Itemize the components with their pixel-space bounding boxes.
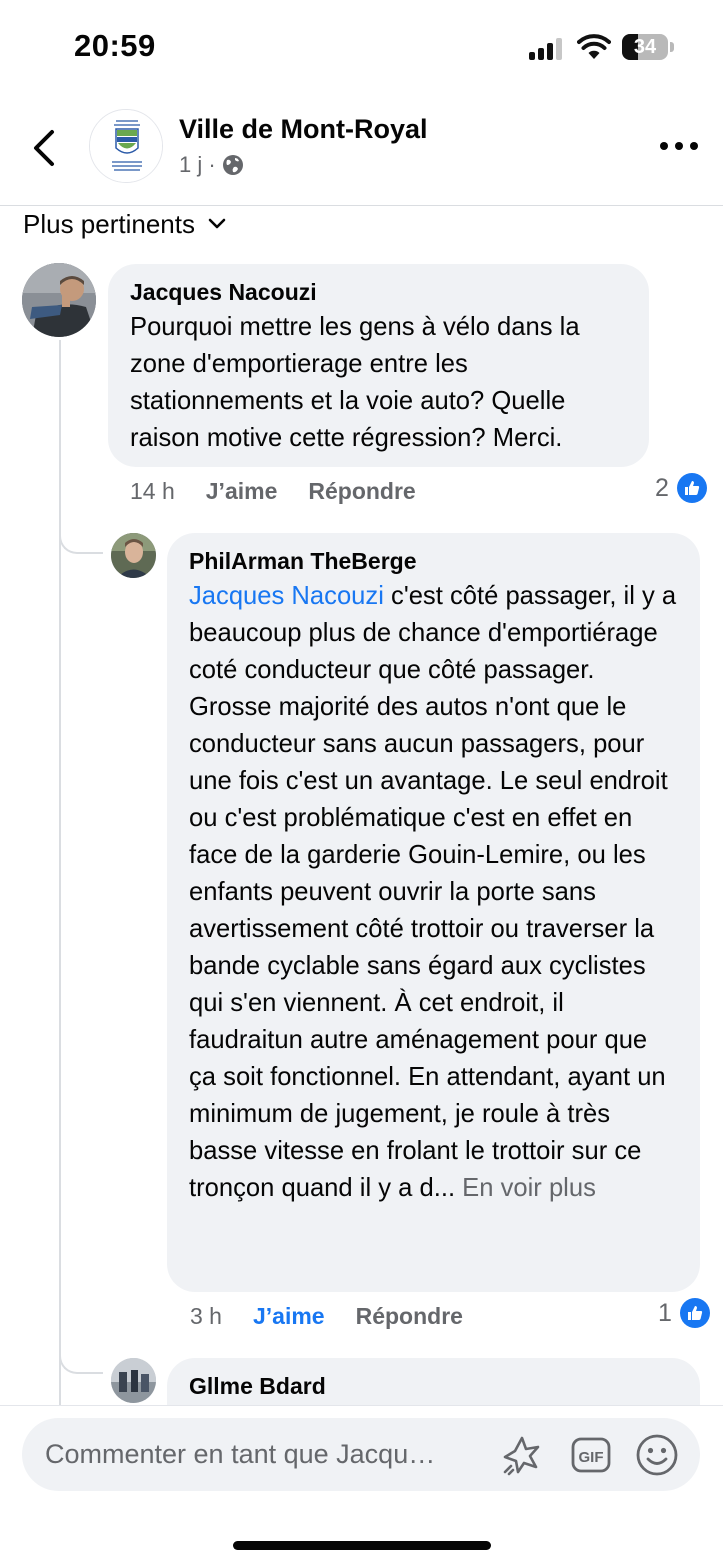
reaction-number: 1 (658, 1298, 672, 1327)
like-reaction-icon (676, 473, 707, 503)
town-crest-logo (90, 110, 162, 182)
battery-level: 34 (633, 36, 657, 58)
comment-actions: 14 h J’aime Répondre (130, 477, 416, 505)
avatar[interactable] (111, 533, 156, 578)
emoji-icon[interactable] (634, 1432, 680, 1478)
page-name[interactable]: Ville de Mont-Royal (179, 114, 428, 145)
comment-author[interactable]: PhilArman TheBerge (189, 548, 678, 575)
comment-bubble[interactable]: PhilArman TheBerge Jacques Nacouzi c'est… (167, 533, 700, 1292)
comment-actions: 3 h J’aime Répondre (190, 1302, 463, 1330)
sort-label: Plus pertinents (23, 208, 195, 239)
like-button[interactable]: J’aime (253, 1303, 325, 1330)
comment-time[interactable]: 14 h (130, 478, 175, 505)
post-meta: 1 j · (179, 152, 244, 178)
avatar[interactable] (111, 1358, 156, 1403)
reaction-number: 2 (655, 473, 669, 502)
battery-icon: 34 (622, 34, 674, 60)
comment-composer-bar: GIF (0, 1405, 723, 1565)
comment-composer: GIF (22, 1418, 700, 1491)
comment-input[interactable] (45, 1418, 485, 1491)
back-button[interactable] (26, 126, 62, 170)
reaction-count[interactable]: 1 (658, 1298, 710, 1328)
reply-button[interactable]: Répondre (308, 478, 415, 505)
globe-icon (222, 155, 243, 175)
home-indicator[interactable] (233, 1541, 491, 1550)
status-bar: 20:59 34 (0, 0, 723, 96)
avatar[interactable] (22, 263, 96, 337)
comment-time[interactable]: 3 h (190, 1303, 222, 1330)
mention-link[interactable]: Jacques Nacouzi (189, 582, 384, 610)
like-reaction-icon (679, 1298, 710, 1328)
comment-author[interactable]: Gllme Bdard (189, 1373, 678, 1400)
avatar-sticker-icon[interactable] (499, 1432, 545, 1478)
like-button[interactable]: J’aime (206, 478, 278, 505)
cellular-signal-icon (529, 38, 565, 60)
page-avatar[interactable] (89, 109, 163, 183)
reaction-count[interactable]: 2 (655, 473, 707, 503)
post-header: Ville de Mont-Royal 1 j · (0, 96, 723, 206)
chevron-down-icon (208, 218, 226, 229)
see-more-link[interactable]: En voir plus (455, 1174, 596, 1202)
comment-author[interactable]: Jacques Nacouzi (130, 279, 627, 306)
thread-line (59, 340, 61, 1405)
status-time: 20:59 (74, 28, 156, 63)
comment-body: c'est côté passager, il y a beaucoup plu… (189, 582, 677, 1202)
more-options-button[interactable] (660, 142, 698, 152)
gif-icon[interactable]: GIF (568, 1432, 614, 1478)
comment-text: Pourquoi mettre les gens à vélo dans la … (130, 313, 580, 452)
reply-button[interactable]: Répondre (356, 1303, 463, 1330)
wifi-icon (577, 34, 611, 59)
svg-text:GIF: GIF (579, 1449, 604, 1466)
sort-dropdown[interactable]: Plus pertinents (23, 207, 227, 241)
thread-connector (59, 1340, 103, 1374)
comment-bubble[interactable]: Jacques Nacouzi Pourquoi mettre les gens… (108, 264, 649, 467)
comment-text: Jacques Nacouzi c'est côté passager, il … (189, 578, 678, 1207)
post-age: 1 j · (179, 152, 216, 177)
thread-connector (59, 520, 103, 554)
